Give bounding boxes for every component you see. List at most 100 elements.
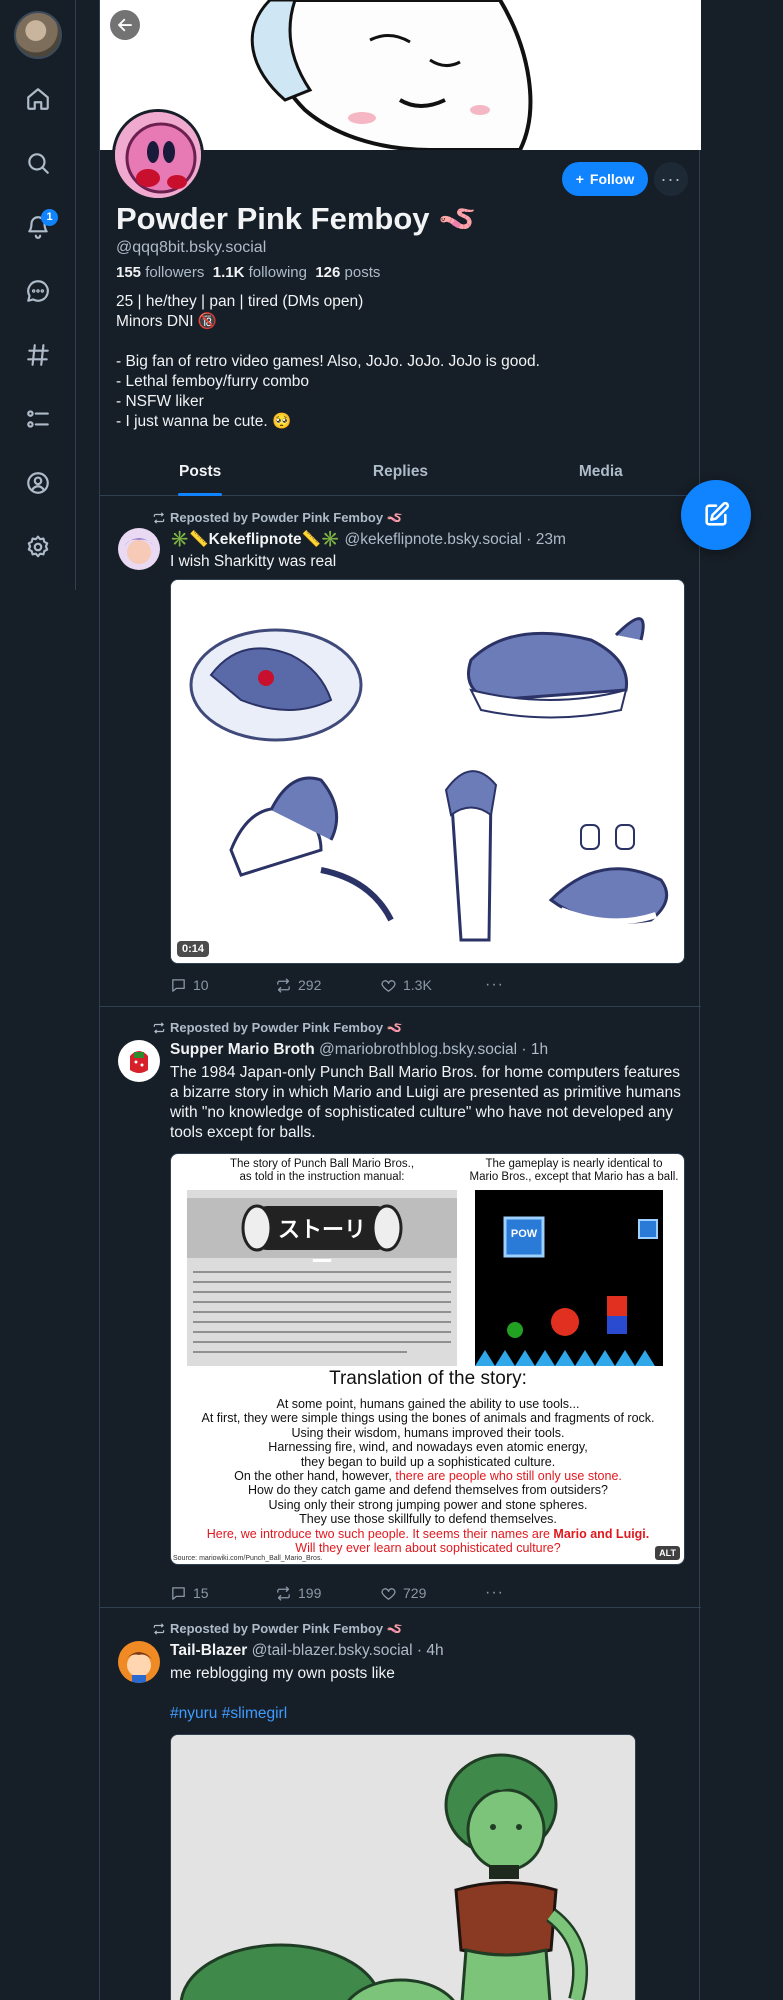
author-avatar[interactable] [118, 528, 160, 570]
followers-label: followers [145, 264, 205, 281]
post-more-button[interactable]: ··· [485, 976, 590, 994]
like-button[interactable]: 1.3K [380, 976, 485, 994]
repost-icon [277, 977, 290, 993]
arrow-left-icon [118, 18, 132, 32]
post-image[interactable]: The story of Punch Ball Mario Bros., as … [170, 1153, 685, 1565]
reply-count: 10 [193, 977, 209, 993]
translation-red-1: there are people who still only use ston… [395, 1469, 622, 1484]
lists-icon[interactable] [20, 401, 56, 437]
author-name[interactable]: ✳️📏Kekeflipnote📏✳️ [170, 531, 340, 548]
game-screenshot: POW [475, 1190, 663, 1366]
home-icon[interactable] [20, 81, 56, 117]
reply-icon [172, 978, 185, 992]
post-text: I wish Sharkitty was real [170, 553, 337, 570]
pow-block-label: POW [510, 1228, 538, 1240]
tab-media[interactable]: Media [501, 452, 701, 495]
post-header: ✳️📏Kekeflipnote📏✳️ @kekeflipnote.bsky.so… [170, 530, 566, 549]
repost-button[interactable]: 199 [275, 1584, 380, 1602]
profile-stats: 155 followers 1.1K following 126 posts [116, 264, 380, 281]
settings-gear-icon[interactable] [20, 529, 56, 565]
repost-indicator: Reposted by Powder Pink Femboy 🪱 [152, 1621, 403, 1637]
followers-count: 155 [116, 264, 142, 281]
search-icon[interactable] [20, 145, 56, 181]
author-avatar-image [118, 1641, 160, 1683]
profile-tabs: Posts Replies Media [100, 452, 701, 496]
post-more-button[interactable]: ··· [485, 1584, 590, 1602]
author-avatar[interactable] [118, 1040, 160, 1082]
translation-red-3: Will they ever learn about sophisticated… [295, 1541, 561, 1556]
reply-count: 15 [193, 1585, 209, 1601]
feed-post[interactable]: Reposted by Powder Pink Femboy 🪱 Supper … [100, 1008, 701, 1608]
following-stat[interactable]: 1.1K following [213, 264, 307, 281]
tab-replies[interactable]: Replies [300, 452, 500, 495]
like-button[interactable]: 729 [380, 1584, 485, 1602]
feeds-hash-icon[interactable] [20, 337, 56, 373]
repost-label: Reposted by Powder Pink Femboy 🪱 [170, 510, 403, 525]
post-header: Tail-Blazer @tail-blazer.bsky.social · 4… [170, 1642, 444, 1660]
post-time[interactable]: · 4h [417, 1642, 444, 1659]
follow-label: Follow [589, 171, 635, 187]
reply-icon [172, 1586, 185, 1600]
notification-badge: 1 [41, 209, 58, 226]
repost-icon [153, 1623, 165, 1635]
repost-label: Reposted by Powder Pink Femboy 🪱 [170, 1621, 403, 1636]
like-count: 729 [403, 1585, 427, 1601]
compose-button[interactable] [681, 480, 751, 550]
back-button[interactable] [110, 10, 140, 40]
tab-posts[interactable]: Posts [100, 452, 300, 495]
author-handle[interactable]: @mariobrothblog.bsky.social [319, 1041, 517, 1058]
following-count: 1.1K [212, 264, 245, 281]
my-avatar[interactable] [14, 11, 62, 59]
kirby-avatar-image [115, 112, 201, 198]
left-nav-rail: 1 [0, 0, 76, 590]
hashtag-links[interactable]: #nyuru #slimegirl [170, 1705, 287, 1722]
repost-count: 292 [298, 977, 322, 993]
reply-button[interactable]: 15 [170, 1584, 275, 1602]
author-name[interactable]: Tail-Blazer [170, 1642, 247, 1659]
alt-badge[interactable]: ALT [655, 1546, 680, 1560]
heart-icon [381, 1587, 396, 1600]
reply-button[interactable]: 10 [170, 976, 275, 994]
game-screenshot-art [475, 1190, 663, 1366]
followers-stat[interactable]: 155 followers [116, 264, 204, 281]
repost-indicator: Reposted by Powder Pink Femboy 🪱 [152, 1020, 403, 1036]
profile-avatar[interactable] [112, 109, 204, 201]
slimegirl-drawing [171, 1735, 635, 2000]
follow-button[interactable]: + Follow [562, 162, 648, 196]
post-text: me reblogging my own posts like [170, 1665, 395, 1682]
feed-post[interactable]: Reposted by Powder Pink Femboy 🪱 ✳️📏Keke… [100, 497, 701, 1007]
translation-red-bold: Mario and Luigi. [553, 1526, 650, 1541]
author-handle[interactable]: @tail-blazer.bsky.social [252, 1642, 413, 1659]
author-name[interactable]: Supper Mario Broth [170, 1041, 315, 1058]
post-actions: 10 292 1.3K ··· [170, 976, 590, 994]
video-duration: 0:14 [177, 941, 210, 957]
feed-post[interactable]: Reposted by Powder Pink Femboy 🪱 Tail-Bl… [100, 1609, 701, 2000]
author-avatar-image [118, 1040, 160, 1082]
post-time[interactable]: · 1h [521, 1041, 548, 1058]
author-avatar-image [118, 528, 160, 570]
compose-pencil-icon [705, 501, 730, 526]
posts-label: posts [344, 264, 381, 281]
post-image[interactable] [170, 1734, 636, 2000]
translation-red-2: Here, we introduce two such people. It s… [206, 1526, 554, 1541]
post-time[interactable]: · 23m [526, 531, 566, 548]
more-options-button[interactable]: ··· [654, 162, 688, 196]
chat-icon[interactable] [20, 273, 56, 309]
author-handle[interactable]: @kekeflipnote.bsky.social [345, 531, 522, 548]
repost-label: Reposted by Powder Pink Femboy 🪱 [170, 1020, 403, 1035]
manual-heading: ストーリー [277, 1217, 366, 1274]
repost-icon [277, 1585, 290, 1601]
heart-icon [381, 979, 396, 992]
profile-bio: 25 | he/they | pan | tired (DMs open) Mi… [116, 293, 540, 430]
name-emoji: 🪱 [438, 201, 477, 236]
profile-icon[interactable] [20, 465, 56, 501]
more-dots-icon: ··· [485, 976, 504, 993]
repost-button[interactable]: 292 [275, 976, 380, 994]
video-thumbnail[interactable]: 0:14 [170, 579, 685, 964]
image-source: Source: mariowiki.com/Punch_Ball_Mario_B… [173, 1555, 323, 1562]
plus-icon: + [575, 171, 584, 187]
sharkitty-drawing [171, 580, 684, 963]
author-avatar[interactable] [118, 1641, 160, 1683]
notifications-bell-icon[interactable]: 1 [20, 209, 58, 245]
repost-icon [153, 1022, 165, 1034]
